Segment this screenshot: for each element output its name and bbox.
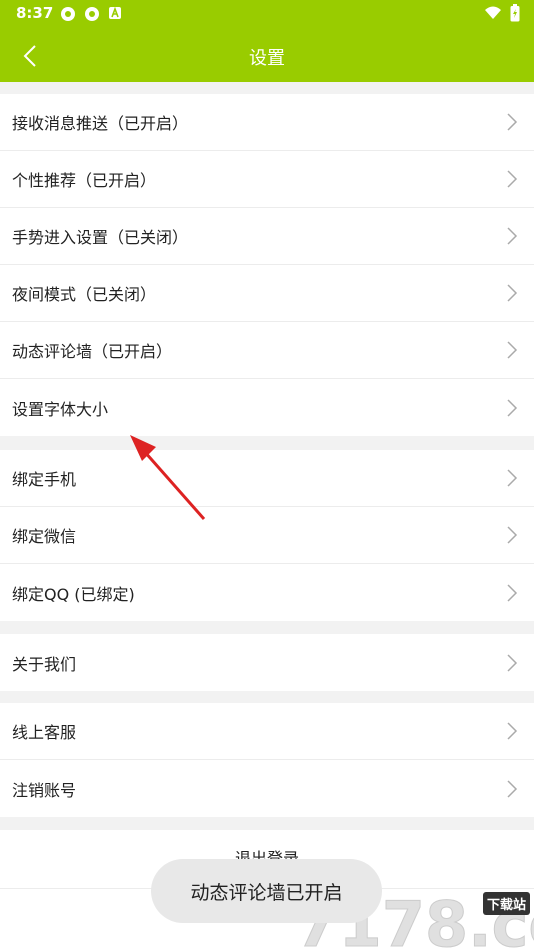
settings-group-binding: 绑定手机 绑定微信 绑定QQ (已绑定)	[0, 450, 534, 621]
page-title: 设置	[249, 48, 285, 69]
chevron-right-icon	[507, 469, 518, 487]
chevron-right-icon	[507, 583, 518, 602]
wifi-icon	[484, 6, 502, 24]
settings-row-delete-account[interactable]: 注销账号	[0, 760, 534, 817]
chevron-right-icon	[507, 779, 518, 798]
settings-row-bind-wechat[interactable]: 绑定微信	[0, 507, 534, 564]
row-label: 线上客服	[12, 723, 77, 742]
chevron-right-icon	[507, 227, 518, 245]
status-time: 8:37	[16, 4, 54, 22]
row-label: 绑定微信	[12, 527, 77, 546]
settings-row-bind-qq[interactable]: 绑定QQ (已绑定)	[0, 564, 534, 621]
toast-message: 动态评论墙已开启	[151, 859, 382, 923]
chevron-right-icon	[507, 398, 518, 417]
chevron-right-icon	[507, 341, 518, 359]
chevron-right-icon	[507, 653, 518, 672]
settings-row-font-size[interactable]: 设置字体大小	[0, 379, 534, 436]
chevron-right-icon	[507, 526, 518, 544]
settings-row-bind-phone[interactable]: 绑定手机	[0, 450, 534, 507]
notification-icon	[60, 6, 76, 22]
battery-icon	[510, 4, 520, 26]
app-header: 8:37 设置	[0, 0, 534, 82]
settings-row-night-mode[interactable]: 夜间模式（已关闭）	[0, 265, 534, 322]
status-notifications	[60, 6, 124, 22]
status-bar: 8:37	[0, 0, 534, 28]
settings-row-comment-wall[interactable]: 动态评论墙（已开启）	[0, 322, 534, 379]
status-system-icons	[484, 4, 520, 26]
settings-group-preferences: 接收消息推送（已开启） 个性推荐（已开启） 手势进入设置（已关闭） 夜间模式（已…	[0, 94, 534, 436]
chevron-right-icon	[507, 170, 518, 188]
watermark-badge: 下载站	[482, 892, 530, 915]
settings-group-account: 线上客服 注销账号	[0, 703, 534, 817]
annotation-arrow-icon	[130, 435, 206, 520]
settings-row-push[interactable]: 接收消息推送（已开启）	[0, 94, 534, 151]
row-label: 绑定手机	[12, 470, 77, 489]
row-label: 接收消息推送（已开启）	[12, 114, 189, 133]
row-label: 注销账号	[12, 780, 77, 800]
row-label: 设置字体大小	[12, 399, 109, 419]
notification-icon	[108, 6, 124, 22]
settings-row-gesture[interactable]: 手势进入设置（已关闭）	[0, 208, 534, 265]
row-label: 夜间模式（已关闭）	[12, 285, 157, 304]
settings-row-customer-service[interactable]: 线上客服	[0, 703, 534, 760]
row-label: 动态评论墙（已开启）	[12, 342, 173, 361]
row-label: 手势进入设置（已关闭）	[12, 228, 189, 247]
settings-group-about: 关于我们	[0, 634, 534, 691]
notification-icon	[84, 6, 100, 22]
chevron-right-icon	[507, 722, 518, 740]
row-label: 个性推荐（已开启）	[12, 171, 157, 190]
row-label: 绑定QQ (已绑定)	[12, 584, 135, 604]
chevron-right-icon	[507, 113, 518, 131]
chevron-right-icon	[507, 284, 518, 302]
settings-row-recommend[interactable]: 个性推荐（已开启）	[0, 151, 534, 208]
settings-row-about-us[interactable]: 关于我们	[0, 634, 534, 691]
row-label: 关于我们	[12, 654, 77, 674]
